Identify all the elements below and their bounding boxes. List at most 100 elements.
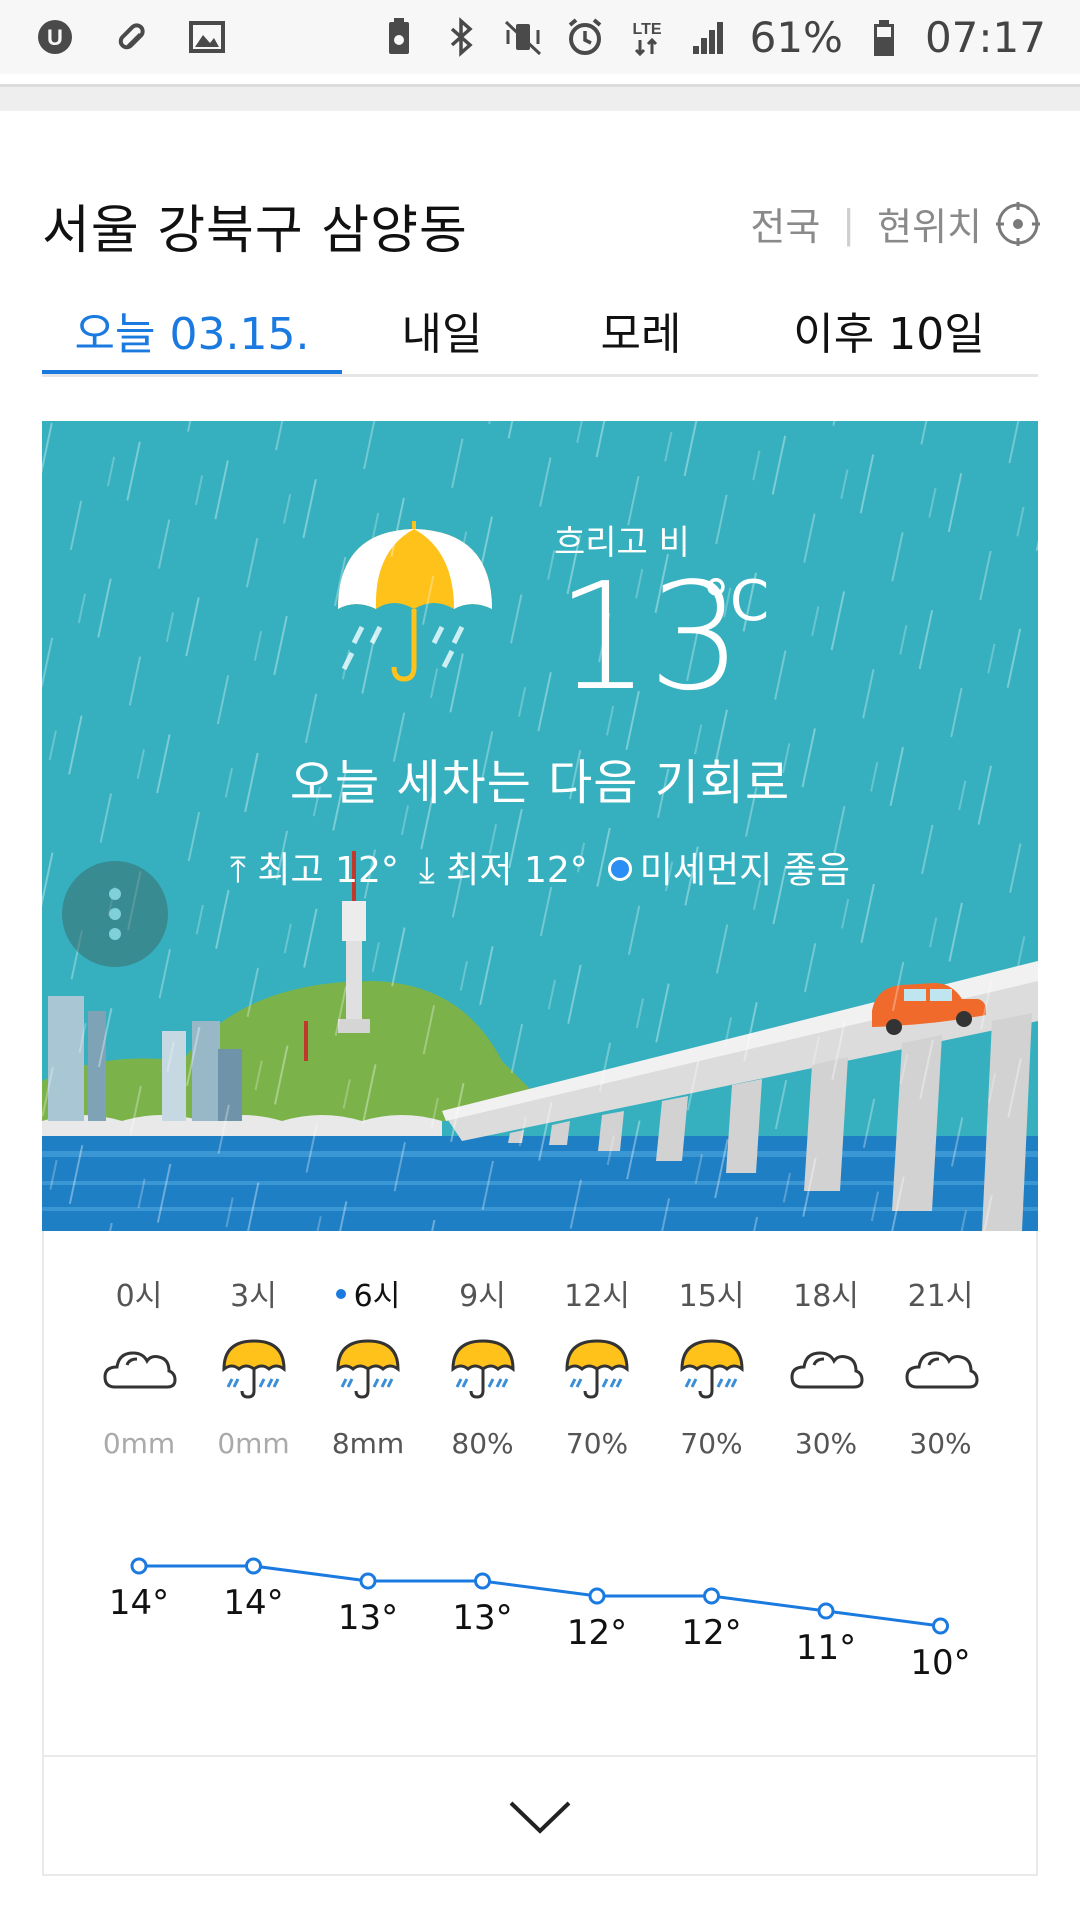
temperature-point (245, 1557, 262, 1575)
min-max-row: ⤒ 최고 12° ⤓ 최저 12° 미세먼지 좋음 (42, 841, 1038, 893)
high-temp-label: 최고 12° (257, 850, 399, 891)
precipitation-value: 30% (909, 1427, 972, 1460)
precipitation-value: 8mm (331, 1427, 405, 1460)
arrow-down-icon: ⤓ (418, 850, 435, 891)
status-bar-right: LTE 61% 07:17 (378, 13, 1046, 62)
dot-icon (109, 908, 121, 920)
dot-icon (109, 888, 121, 900)
image-icon (186, 16, 228, 58)
cloudy-icon (769, 1327, 883, 1407)
hour-time: 3시 (230, 1279, 277, 1314)
nationwide-link[interactable]: 전국 (750, 196, 820, 251)
rain-umbrella-icon (311, 1327, 425, 1407)
hourly-item: 3시 0mm (197, 1271, 311, 1460)
temperature-line-chart: 14° 14° 13° 13° 12° 12° 11° 10° (109, 1557, 971, 1683)
temperature-label: 10° (910, 1643, 970, 1683)
temperature-label: 13° (338, 1598, 398, 1638)
signal-icon (688, 16, 730, 58)
rainy-seoul-illustration (42, 421, 1038, 1231)
temperature-label: 13° (452, 1598, 512, 1638)
temperature-label: 12° (567, 1613, 627, 1653)
hour-time: 21시 (907, 1279, 974, 1314)
bluetooth-icon (440, 16, 482, 58)
hour-time: 18시 (793, 1279, 859, 1314)
expand-button[interactable] (44, 1755, 1036, 1876)
dot-icon (109, 928, 121, 940)
cloudy-icon (82, 1327, 196, 1407)
temperature-label: 12° (681, 1613, 741, 1653)
chevron-down-icon (509, 1801, 571, 1834)
tab-today[interactable]: 오늘 03.15. (42, 290, 342, 374)
precipitation-value: 70% (680, 1427, 743, 1460)
hourly-item: 6시 8mm (311, 1271, 425, 1460)
battery-percent: 61% (749, 12, 843, 62)
cloudy-icon (884, 1327, 998, 1407)
lte-icon: LTE (626, 16, 668, 58)
hour-time: 0시 (115, 1279, 163, 1314)
temperature-label: 14° (109, 1583, 169, 1623)
u-plus-icon: U (34, 16, 76, 58)
hourly-item: 15시 70% (655, 1271, 769, 1460)
vibrate-icon (502, 16, 544, 58)
hourly-item: 12시 70% (540, 1271, 654, 1460)
hour-label: 12시 (540, 1271, 654, 1314)
hourly-item: 0시 0mm (82, 1271, 196, 1460)
hour-label: 0시 (82, 1271, 196, 1314)
top-divider (0, 84, 1080, 111)
hour-label: 15시 (655, 1271, 769, 1314)
temperature-point (588, 1587, 606, 1605)
precipitation-value: 70% (565, 1427, 629, 1460)
hour-label: 21시 (884, 1271, 998, 1314)
temperature-point (130, 1557, 148, 1575)
rain-umbrella-icon (426, 1327, 540, 1407)
hour-time: 6시 (353, 1279, 401, 1314)
hour-label: 9시 (426, 1271, 540, 1314)
hourly-item: 21시 30% (884, 1271, 998, 1460)
arrow-up-icon: ⤒ (230, 850, 246, 891)
status-bar-left: U (34, 16, 228, 58)
location-title: 서울 강북구 삼양동 (42, 201, 468, 261)
temperature-point (359, 1572, 377, 1590)
rain-umbrella-icon (655, 1327, 769, 1407)
crosshair-icon[interactable] (994, 200, 1042, 248)
status-bar: U LTE 61% 07:17 (0, 0, 1080, 74)
clock: 07:17 (924, 12, 1046, 62)
hour-label: 6시 (311, 1271, 425, 1314)
dust-label: 미세먼지 좋음 (639, 850, 850, 891)
temperature-label: 11° (796, 1628, 856, 1668)
low-temp: ⤓ 최저 12° (419, 841, 588, 893)
alarm-icon (564, 16, 606, 58)
precipitation-value: 80% (451, 1427, 514, 1460)
tab-next-10-days[interactable]: 이후 10일 (740, 290, 1038, 374)
hour-label: 3시 (197, 1271, 311, 1314)
more-options-button[interactable] (62, 861, 168, 967)
battery-saver-icon (378, 16, 420, 58)
temperature-point (932, 1617, 949, 1635)
temperature-unit: °C (702, 569, 770, 634)
pill-icon (110, 16, 152, 58)
hour-time: 15시 (678, 1279, 745, 1314)
weather-message: 오늘 세차는 다음 기회로 (289, 755, 791, 811)
precipitation-value: 0mm (102, 1427, 176, 1460)
header-links: 전국 | 현위치 (750, 196, 1042, 251)
hourly-item: 18시 30% (769, 1271, 883, 1460)
current-location-link[interactable]: 현위치 (877, 196, 982, 251)
hour-time: 9시 (459, 1279, 506, 1314)
current-hour-dot-icon (335, 1288, 346, 1299)
hour-time: 12시 (564, 1279, 630, 1314)
temperature-point (817, 1602, 835, 1620)
precipitation-value: 30% (794, 1427, 858, 1460)
svg-text:LTE: LTE (632, 21, 661, 38)
tab-tomorrow[interactable]: 내일 (342, 290, 542, 374)
rain-umbrella-icon (197, 1327, 311, 1407)
hour-label: 18시 (769, 1271, 883, 1314)
high-temp: ⤒ 최고 12° (230, 841, 399, 893)
rain-umbrella-icon (540, 1327, 654, 1407)
temperature-label: 14° (223, 1583, 283, 1623)
hourly-item: 9시 80% (426, 1271, 540, 1460)
fine-dust: 미세먼지 좋음 (607, 841, 850, 893)
tab-day-after[interactable]: 모레 (542, 290, 740, 374)
temperature-point (703, 1587, 720, 1605)
battery-icon (863, 16, 905, 58)
day-tabs: 오늘 03.15. 내일 모레 이후 10일 (42, 290, 1038, 377)
